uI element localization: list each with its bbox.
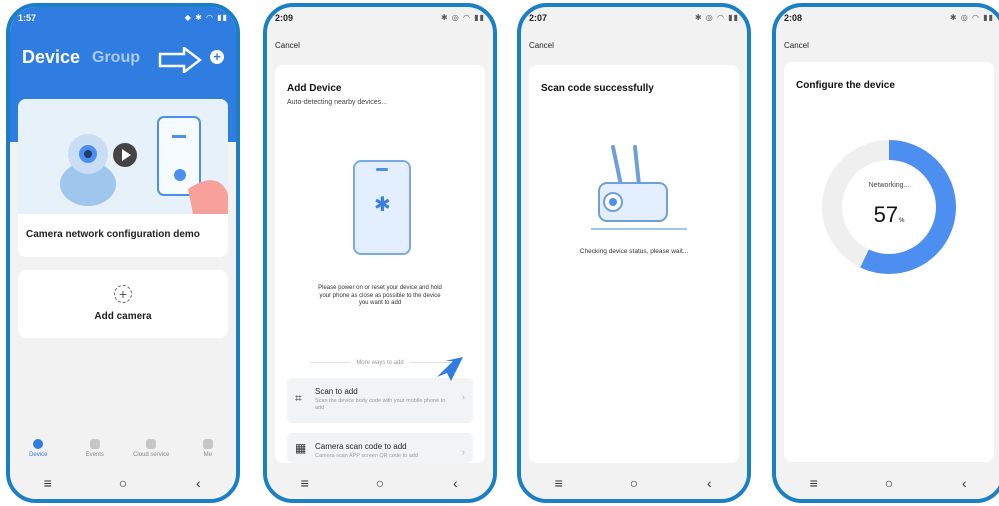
home-icon[interactable]: ○ xyxy=(360,475,400,491)
phone-configure-device: 2:08 ✱ ◎ ◠ ▮▮ Cancel Configure the devic… xyxy=(772,3,999,503)
progress-percent: 57% xyxy=(784,202,994,228)
chevron-right-icon: › xyxy=(461,447,465,458)
status-icons: ✱ ◎ ◠ ▮▮ xyxy=(949,13,994,22)
back-icon[interactable]: ‹ xyxy=(435,475,475,491)
home-icon[interactable]: ○ xyxy=(869,475,909,491)
system-nav-bar: ≡ ○ ‹ xyxy=(10,467,236,499)
tab-bar-label: Me xyxy=(203,452,212,458)
phone-illustration: ✱ xyxy=(353,160,411,255)
add-device-card: Add Device Auto-detecting nearby devices… xyxy=(275,65,485,463)
device-icon xyxy=(33,439,44,449)
cancel-button[interactable]: Cancel xyxy=(275,41,300,50)
camera-scan-option[interactable]: ▦ Camera scan code to add Camera scan AP… xyxy=(287,433,473,463)
camera-illustration xyxy=(591,145,687,230)
back-icon[interactable]: ‹ xyxy=(944,475,984,491)
menu-icon[interactable]: ≡ xyxy=(794,475,834,491)
system-nav-bar: ≡ ○ ‹ xyxy=(776,467,999,499)
events-icon xyxy=(89,439,100,449)
page-title: Configure the device xyxy=(796,80,895,91)
status-time: 2:07 xyxy=(529,13,548,23)
person-icon xyxy=(202,439,213,449)
page-subtitle: Auto-detecting nearby devices... xyxy=(287,99,388,106)
demo-video-card[interactable]: Camera network configuration demo xyxy=(18,99,228,257)
tab-bar-label: Events xyxy=(85,452,104,458)
option-desc: Scan the device body code with your mobi… xyxy=(315,398,446,412)
home-icon[interactable]: ○ xyxy=(103,475,143,491)
tab-device[interactable]: Device xyxy=(22,47,80,68)
tab-bar-cloud[interactable]: Cloud service xyxy=(126,435,176,467)
pointer-arrow-icon xyxy=(437,357,463,381)
status-bar: 1:57 ◆ ✱ ◠ ▮▮ xyxy=(10,7,236,27)
option-title: Camera scan code to add xyxy=(315,442,407,451)
option-title: Scan to add xyxy=(315,387,358,396)
phone-scan-success: 2:07 ✱ ◎ ◠ ▮▮ Cancel Scan code successfu… xyxy=(517,3,751,503)
tab-bar-label: Device xyxy=(29,452,48,458)
status-icons: ✱ ◎ ◠ ▮▮ xyxy=(694,13,739,22)
tab-group[interactable]: Group xyxy=(92,49,140,67)
pointer-arrow-icon xyxy=(158,47,202,73)
menu-icon[interactable]: ≡ xyxy=(285,475,325,491)
phone-add-device: 2:09 ✱ ◎ ◠ ▮▮ Cancel Add Device Auto-det… xyxy=(263,3,497,503)
back-icon[interactable]: ‹ xyxy=(689,475,729,491)
chevron-right-icon: › xyxy=(461,392,465,403)
menu-icon[interactable]: ≡ xyxy=(28,475,68,491)
status-time: 2:09 xyxy=(275,13,294,23)
configure-card: Configure the device Networking... 57% xyxy=(784,62,994,462)
cancel-button[interactable]: Cancel xyxy=(784,41,809,50)
phone-notch xyxy=(376,168,388,171)
status-bar: 2:09 ✱ ◎ ◠ ▮▮ xyxy=(267,7,493,27)
page-title: Scan code successfully xyxy=(541,83,654,94)
status-bar: 2:07 ✱ ◎ ◠ ▮▮ xyxy=(521,7,747,27)
add-icon: + xyxy=(114,285,132,303)
back-icon[interactable]: ‹ xyxy=(178,475,218,491)
play-icon[interactable] xyxy=(112,142,138,168)
status-icons: ✱ ◎ ◠ ▮▮ xyxy=(440,13,485,22)
cancel-button[interactable]: Cancel xyxy=(529,41,554,50)
add-camera-label: Add camera xyxy=(94,311,152,322)
menu-icon[interactable]: ≡ xyxy=(539,475,579,491)
instruction-text: Please power on or reset your device and… xyxy=(318,285,442,306)
progress-value: 57 xyxy=(873,202,899,227)
bluetooth-icon: ✱ xyxy=(374,194,391,216)
tab-bar-label: Cloud service xyxy=(133,452,170,458)
status-bar: 2:08 ✱ ◎ ◠ ▮▮ xyxy=(776,7,999,27)
tab-bar-device[interactable]: Device xyxy=(13,435,63,467)
phone-device-list: 1:57 ◆ ✱ ◠ ▮▮ Device Group + Camera netw… xyxy=(6,3,240,503)
progress-unit: % xyxy=(899,218,905,224)
add-camera-card[interactable]: + Add camera xyxy=(18,270,228,338)
system-nav-bar: ≡ ○ ‹ xyxy=(267,467,493,499)
status-time: 2:08 xyxy=(784,13,803,23)
cloud-icon xyxy=(146,439,157,449)
page-title: Add Device xyxy=(287,83,342,94)
status-message: Checking device status, please wait... xyxy=(579,248,689,255)
system-nav-bar: ≡ ○ ‹ xyxy=(521,467,747,499)
scan-result-card: Scan code successfully Checking device s… xyxy=(529,65,739,463)
home-icon[interactable]: ○ xyxy=(614,475,654,491)
networking-label: Networking... xyxy=(868,182,910,189)
option-desc: Camera scan APP screen QR code to add xyxy=(315,453,418,459)
add-device-button[interactable]: + xyxy=(210,50,224,64)
bottom-tab-bar: Device Events Cloud service Me xyxy=(10,435,236,467)
status-time: 1:57 xyxy=(18,13,37,23)
tab-bar-events[interactable]: Events xyxy=(70,435,120,467)
scan-icon: ⌗ xyxy=(295,391,302,405)
qr-code-icon: ▦ xyxy=(295,441,307,455)
status-icons: ◆ ✱ ◠ ▮▮ xyxy=(184,13,228,22)
demo-title: Camera network configuration demo xyxy=(26,229,200,240)
tab-bar-me[interactable]: Me xyxy=(183,435,233,467)
